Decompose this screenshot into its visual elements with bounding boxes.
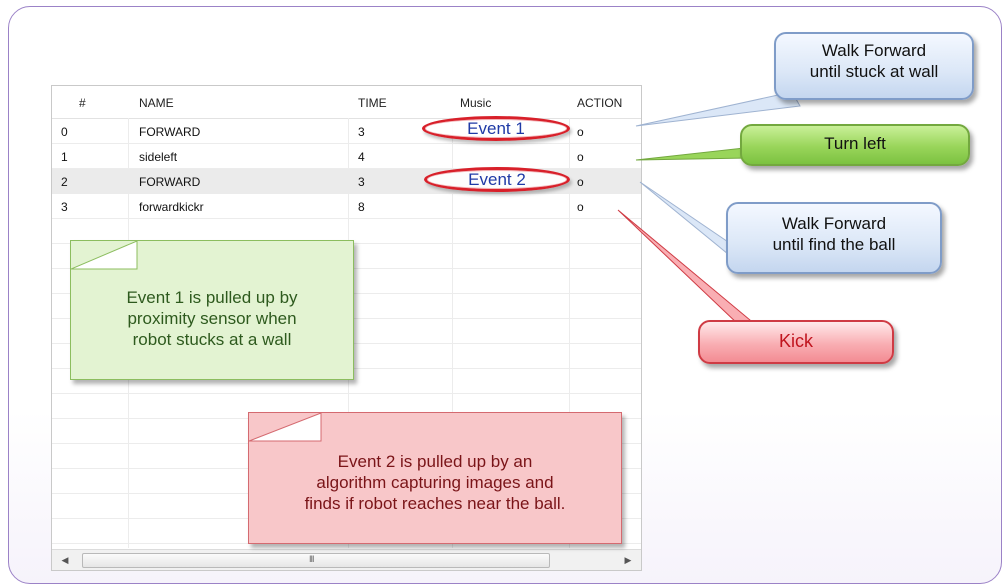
callout-line: Walk Forward bbox=[781, 214, 887, 233]
note-event2: Event 2 is pulled up by an algorithm cap… bbox=[248, 412, 622, 544]
note-line: finds if robot reaches near the ball. bbox=[304, 494, 566, 513]
note-fold bbox=[71, 241, 138, 270]
callout-line: until stuck at wall bbox=[809, 62, 939, 81]
note-fold bbox=[249, 413, 322, 442]
note-line: algorithm capturing images and bbox=[316, 473, 554, 492]
event2-marker: Event 2 bbox=[424, 167, 570, 192]
callout-text: Kick bbox=[778, 331, 813, 351]
connector-walk-wall bbox=[635, 91, 801, 127]
callout-text: Turn left bbox=[824, 134, 886, 153]
callout-walk-forward-wall: Walk Forward until stuck at wall bbox=[774, 32, 974, 100]
note-event1: Event 1 is pulled up by proximity sensor… bbox=[70, 240, 354, 380]
callout-line: Walk Forward bbox=[821, 41, 927, 60]
note-line: proximity sensor when bbox=[127, 309, 297, 328]
note-line: Event 1 is pulled up by bbox=[126, 288, 298, 307]
callout-turn-left: Turn left bbox=[740, 124, 970, 166]
connector-turn-left bbox=[635, 147, 749, 161]
event1-marker: Event 1 bbox=[422, 116, 570, 141]
note-line: Event 2 is pulled up by an bbox=[337, 452, 533, 471]
callout-walk-forward-ball: Walk Forward until find the ball bbox=[726, 202, 942, 274]
note-line: robot stucks at a wall bbox=[132, 330, 292, 349]
callout-line: until find the ball bbox=[772, 235, 896, 254]
callout-kick: Kick bbox=[698, 320, 894, 364]
